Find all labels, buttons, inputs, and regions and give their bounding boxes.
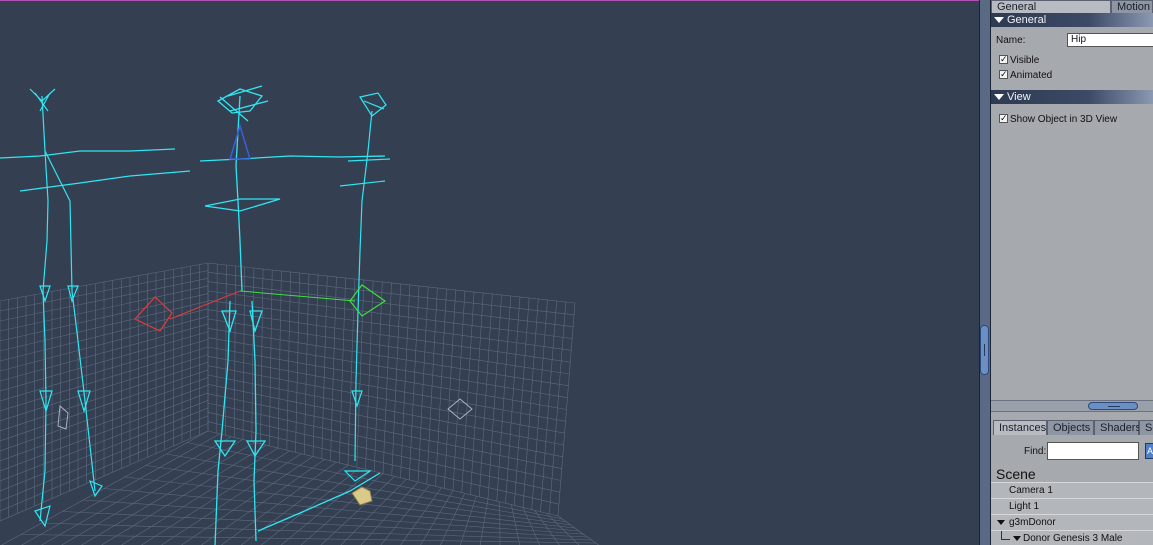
floor-and-wall-grid	[0, 262, 600, 545]
tree-item-label: Light 1	[1009, 501, 1040, 512]
find-label: Find:	[1024, 446, 1047, 457]
tree-item-label: g3mDonor	[1009, 517, 1056, 528]
tab-motion[interactable]: Motion	[1111, 0, 1153, 13]
tab-objects[interactable]: Objects	[1047, 420, 1094, 435]
tree-item-light[interactable]: Light 1	[991, 498, 1153, 514]
tree-item-donor-genesis[interactable]: Donor Genesis 3 Male	[991, 530, 1153, 545]
scene-canvas[interactable]	[0, 1, 979, 545]
collapse-triangle-icon	[994, 94, 1004, 100]
tree-item-g3mdonor[interactable]: g3mDonor	[991, 514, 1153, 530]
tree-item-label: Donor Genesis 3 Male	[1023, 533, 1123, 544]
browser-tabs: Instances Objects Shaders Sc	[991, 420, 1153, 435]
properties-tabs: General Motion	[991, 0, 1153, 14]
show-in-3d-checkbox[interactable]: ✓	[999, 114, 1008, 123]
tab-shaders[interactable]: Shaders	[1094, 420, 1141, 435]
tree-item-camera[interactable]: Camera 1	[991, 482, 1153, 498]
expand-triangle-icon[interactable]	[1013, 536, 1021, 541]
collapse-triangle-icon	[994, 17, 1004, 23]
animated-label: Animated	[1010, 70, 1053, 81]
skeleton-center-selected[interactable]	[199, 85, 386, 545]
splitter-grip-vertical[interactable]	[980, 325, 989, 375]
visible-checkbox[interactable]: ✓	[999, 55, 1008, 64]
3d-viewport[interactable]	[0, 0, 979, 545]
selected-bone-highlight	[228, 123, 252, 160]
tab-general[interactable]: General	[991, 0, 1111, 13]
visible-label: Visible	[1010, 55, 1040, 66]
transform-gizmo[interactable]	[134, 284, 387, 332]
animated-checkbox[interactable]: ✓	[999, 70, 1008, 79]
splitter-grip-horizontal[interactable]	[1088, 402, 1138, 410]
tab-scripts[interactable]: Sc	[1139, 420, 1153, 435]
show-in-3d-label: Show Object in 3D View	[1010, 114, 1118, 125]
find-button[interactable]: A	[1145, 443, 1153, 459]
null-marker-left	[57, 404, 69, 430]
tree-connector	[1001, 531, 1010, 540]
section-view-title: View	[1007, 91, 1031, 103]
name-field[interactable]: Hip	[1067, 33, 1153, 47]
right-panel: General Motion General Name: Hip ✓ Visib…	[991, 0, 1153, 545]
search-icon: A	[1147, 446, 1153, 456]
section-general-header[interactable]: General	[991, 13, 1153, 27]
find-input[interactable]	[1047, 442, 1139, 460]
expand-triangle-icon[interactable]	[997, 520, 1005, 525]
vertical-splitter[interactable]	[979, 0, 991, 545]
name-label: Name:	[996, 35, 1026, 46]
scene-title: Scene	[996, 466, 1036, 482]
tab-instances[interactable]: Instances	[993, 420, 1047, 435]
section-view-header[interactable]: View	[991, 90, 1153, 104]
section-general-title: General	[1007, 14, 1047, 26]
light-icon[interactable]	[351, 486, 373, 506]
tree-item-label: Camera 1	[1009, 485, 1053, 496]
